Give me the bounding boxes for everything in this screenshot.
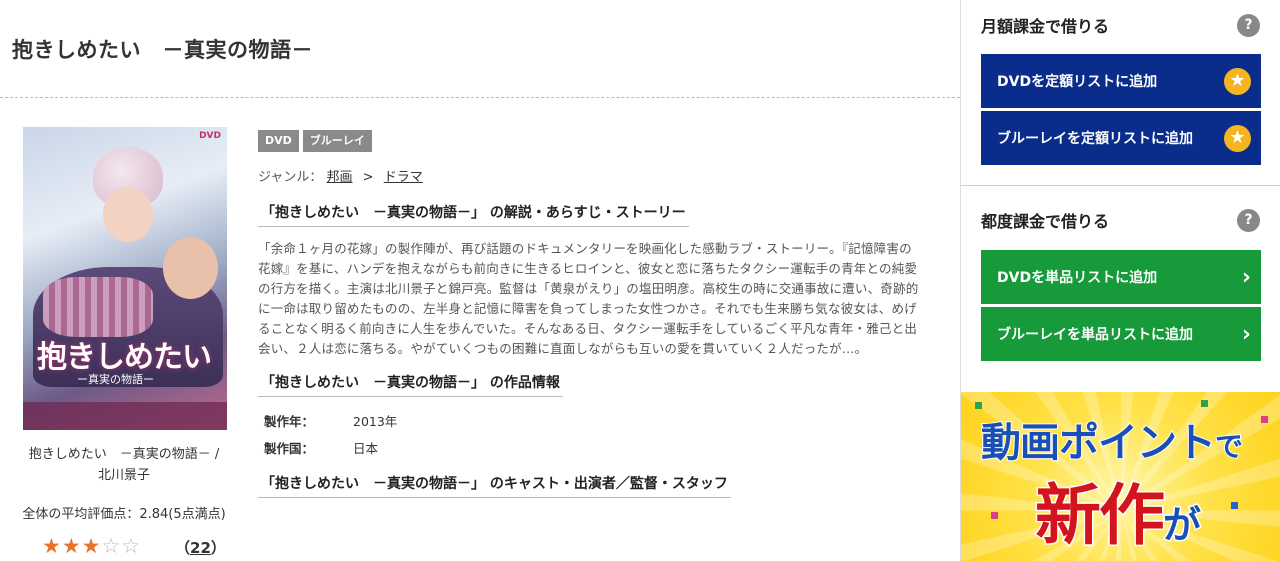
poster-face xyxy=(163,237,218,299)
details: DVD ブルーレイ ジャンル： 邦画 > ドラマ 「抱きしめたい －真実の物語－… xyxy=(258,130,928,498)
badge-bluray: ブルーレイ xyxy=(302,130,372,152)
poster-scarf xyxy=(43,277,153,337)
star-icon: ★ xyxy=(1224,67,1251,95)
info-value: 2013年 xyxy=(353,414,398,429)
title-bar: 抱きしめたい －真実の物語－ xyxy=(0,0,960,98)
star-filled-icon: ★ xyxy=(81,534,102,558)
button-label: ブルーレイを単品リストに追加 xyxy=(997,327,1193,343)
button-label: DVDを定額リストに追加 xyxy=(997,74,1158,90)
banner-headline-text: 動画ポイント xyxy=(980,419,1217,467)
review-count-prefix: （ xyxy=(175,539,191,557)
star-filled-icon: ★ xyxy=(61,534,82,558)
main-content: 抱きしめたい －真実の物語－ DVD 抱きしめたい ー真実の物語ー 抱きしめたい… xyxy=(0,0,960,561)
badge-dvd: DVD xyxy=(258,130,299,152)
confetti-decoration xyxy=(991,512,998,519)
info-key: 製作国： xyxy=(264,441,315,456)
info-value: 日本 xyxy=(353,441,379,456)
review-count: （22） xyxy=(175,537,226,558)
review-count-suffix: ） xyxy=(210,539,226,557)
genre-label: ジャンル： xyxy=(258,170,323,185)
confetti-decoration xyxy=(975,402,982,409)
sidebar: 月額課金で借りる ? DVDを定額リストに追加 ★ ブルーレイを定額リストに追加… xyxy=(960,0,1280,561)
page: 抱きしめたい －真実の物語－ DVD 抱きしめたい ー真実の物語ー 抱きしめたい… xyxy=(0,0,1280,561)
chevron-right-icon: › xyxy=(1241,321,1251,347)
confetti-decoration xyxy=(1231,502,1238,509)
poster-caption: 抱きしめたい －真実の物語－ / 北川景子 xyxy=(18,444,230,486)
help-icon[interactable]: ? xyxy=(1237,13,1260,37)
confetti-decoration xyxy=(1261,416,1268,423)
monthly-heading: 月額課金で借りる xyxy=(981,17,1110,36)
cast-heading: 「抱きしめたい －真実の物語－」 のキャスト・出演者／監督・スタッフ xyxy=(258,473,731,498)
star-empty-icon: ☆ xyxy=(121,534,142,558)
confetti-decoration xyxy=(1201,400,1208,407)
sidebar-divider xyxy=(961,185,1280,186)
format-badges: DVD ブルーレイ xyxy=(258,130,928,152)
poster-face xyxy=(103,187,153,242)
caption-title: 抱きしめたい －真実の物語－ / xyxy=(28,447,220,462)
poster-subtitle-art: ー真実の物語ー xyxy=(77,373,154,386)
info-row-year: 製作年： 2013年 xyxy=(258,411,928,430)
genre-link-drama[interactable]: ドラマ xyxy=(384,170,423,185)
info-key: 製作年： xyxy=(264,414,315,429)
story-text: 「余命１ヶ月の花嫁」の製作陣が、再び話題のドキュメンタリーを映画化した感動ラブ・… xyxy=(258,241,919,356)
promo-banner[interactable]: 動画ポイントで 新作が xyxy=(961,392,1280,561)
monthly-rental-block: 月額課金で借りる ? DVDを定額リストに追加 ★ ブルーレイを定額リストに追加… xyxy=(961,0,1280,165)
star-filled-icon: ★ xyxy=(42,534,62,558)
add-bluray-monthly-button[interactable]: ブルーレイを定額リストに追加 ★ xyxy=(981,111,1261,165)
genre-breadcrumb: ジャンル： 邦画 > ドラマ xyxy=(258,166,928,185)
banner-headline-tail: で xyxy=(1214,429,1244,464)
help-icon[interactable]: ? xyxy=(1237,208,1260,232)
info-row-country: 製作国： 日本 xyxy=(258,438,928,457)
monthly-heading-row: 月額課金で借りる ? xyxy=(981,0,1260,50)
info-heading: 「抱きしめたい －真実の物語－」 の作品情報 xyxy=(258,372,563,397)
rating-stars: ★★★☆☆ xyxy=(42,534,141,558)
button-label: ブルーレイを定額リストに追加 xyxy=(997,131,1193,147)
banner-subline: 新作が xyxy=(1034,462,1203,558)
genre-separator: > xyxy=(362,170,374,185)
star-empty-icon: ☆ xyxy=(101,534,122,558)
banner-headline: 動画ポイントで xyxy=(980,410,1244,468)
star-icon: ★ xyxy=(1224,124,1251,152)
button-label: DVDを単品リストに追加 xyxy=(997,270,1158,286)
per-item-heading-row: 都度課金で借りる ? xyxy=(981,194,1260,246)
genre-link-hoga[interactable]: 邦画 xyxy=(327,170,353,185)
add-dvd-monthly-button[interactable]: DVDを定額リストに追加 ★ xyxy=(981,54,1261,108)
average-rating-text: 全体の平均評価点：2.84(5点満点) xyxy=(22,507,226,522)
banner-subline-tail: が xyxy=(1161,502,1202,549)
banner-subline-text: 新作 xyxy=(1034,476,1167,556)
page-title: 抱きしめたい －真実の物語－ xyxy=(12,37,313,62)
poster-image[interactable]: DVD 抱きしめたい ー真実の物語ー xyxy=(23,127,227,430)
chevron-right-icon: › xyxy=(1241,264,1251,290)
add-dvd-single-button[interactable]: DVDを単品リストに追加 › xyxy=(981,250,1261,304)
poster-title-art: 抱きしめたい xyxy=(37,340,212,375)
poster-bottom-strip xyxy=(23,402,227,430)
add-bluray-single-button[interactable]: ブルーレイを単品リストに追加 › xyxy=(981,307,1261,361)
caption-actor: 北川景子 xyxy=(97,468,150,483)
review-count-link[interactable]: 22 xyxy=(190,539,211,557)
per-item-heading: 都度課金で借りる xyxy=(981,212,1110,231)
story-heading: 「抱きしめたい －真実の物語－」 の解説・あらすじ・ストーリー xyxy=(258,202,689,227)
per-item-rental-block: 都度課金で借りる ? DVDを単品リストに追加 › ブルーレイを単品リストに追加… xyxy=(961,194,1280,361)
poster-format-mark: DVD xyxy=(199,131,221,141)
